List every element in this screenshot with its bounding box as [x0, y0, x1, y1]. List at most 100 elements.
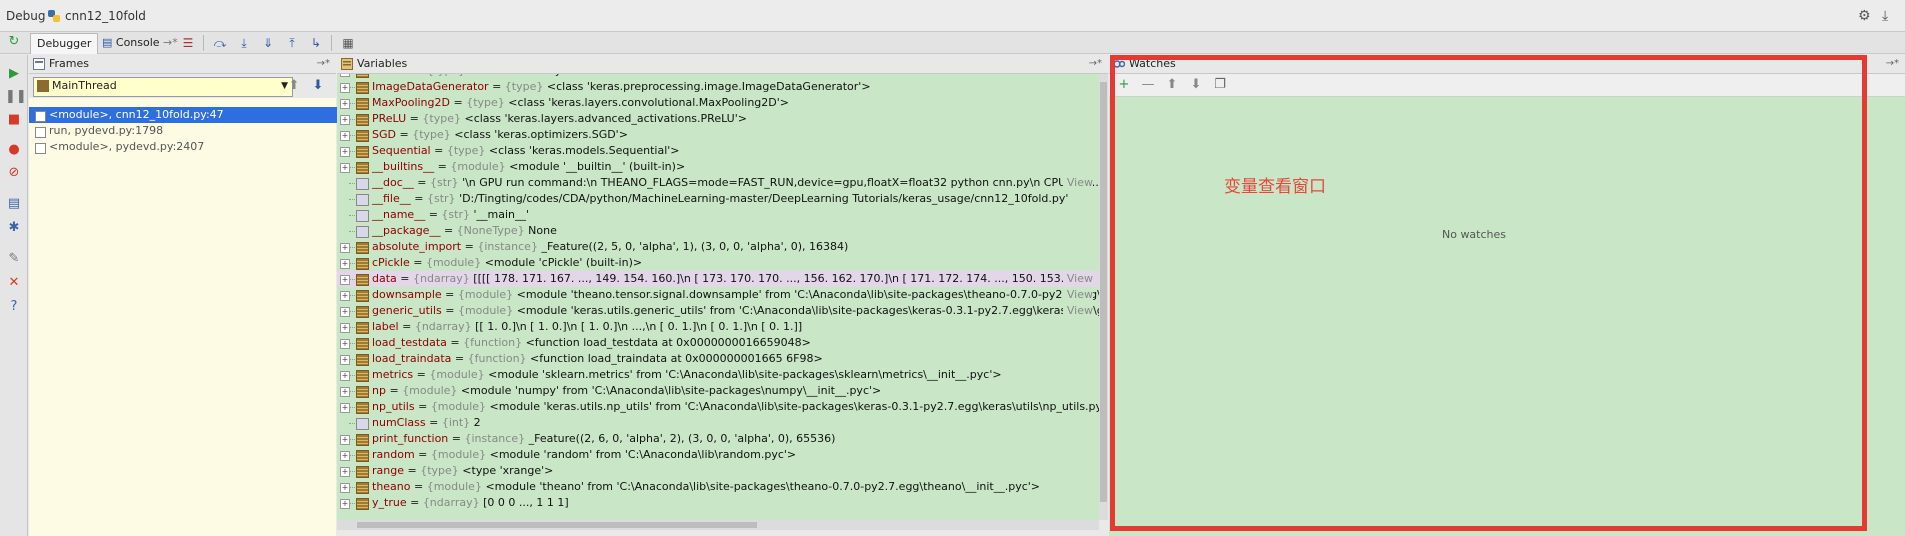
toolbar-separator — [203, 35, 204, 51]
variable-row[interactable]: + load_traindata = {function} <function l… — [337, 351, 1099, 367]
frame-label: run, pydevd.py:1798 — [49, 124, 164, 137]
expand-toggle-icon[interactable]: + — [340, 259, 350, 269]
variable-row[interactable]: + data = {ndarray} [[[[ 178. 171. 167. ..… — [337, 271, 1099, 287]
vertical-scrollbar[interactable] — [1099, 74, 1108, 520]
resume-icon[interactable]: ▶ — [5, 65, 23, 83]
view-value-link[interactable]: View — [1062, 303, 1093, 319]
step-into-icon[interactable]: ⤓ — [235, 35, 253, 51]
expand-toggle-icon[interactable]: + — [340, 243, 350, 253]
variable-row[interactable]: + label = {ndarray} [[ 1. 0.]\n [ 1. 0.]\… — [337, 319, 1099, 335]
expand-toggle-icon[interactable]: + — [340, 147, 350, 157]
variable-row[interactable]: + random = {module} <module 'random' from… — [337, 447, 1099, 463]
variable-row[interactable]: + absolute_import = {instance} _Feature((… — [337, 239, 1099, 255]
variable-row[interactable]: numClass = {int} 2 — [337, 415, 1099, 431]
expand-toggle-icon[interactable]: + — [340, 387, 350, 397]
variable-row[interactable]: __package__ = {NoneType} None — [337, 223, 1099, 239]
expand-toggle-icon[interactable]: + — [340, 435, 350, 445]
variable-row[interactable]: __name__ = {str} '__main__' — [337, 207, 1099, 223]
frame-item[interactable]: <module>, pydevd.py:2407 — [29, 139, 356, 155]
primitive-value-icon — [356, 210, 369, 222]
help-icon[interactable]: ? — [5, 298, 23, 316]
expand-toggle-icon[interactable]: + — [340, 291, 350, 301]
view-value-link[interactable]: View — [1062, 175, 1093, 191]
variable-row[interactable]: + downsample = {module} <module 'theano.t… — [337, 287, 1099, 303]
variable-row[interactable]: + generic_utils = {module} <module 'keras… — [337, 303, 1099, 319]
variable-name: metrics — [372, 368, 414, 381]
gear-icon[interactable]: ⚙ — [1858, 8, 1871, 24]
variable-row[interactable]: + ImageDataGenerator = {type} <class 'ker… — [337, 79, 1099, 95]
horizontal-scrollbar[interactable] — [337, 520, 1099, 530]
expand-toggle-icon[interactable]: + — [340, 99, 350, 109]
variable-row[interactable]: + range = {type} <type 'xrange'> — [337, 463, 1099, 479]
expand-toggle-icon[interactable]: + — [340, 371, 350, 381]
variable-row[interactable]: + Sequential = {type} <class 'keras.model… — [337, 143, 1099, 159]
expand-toggle-icon[interactable]: + — [340, 307, 350, 317]
previous-frame-icon[interactable]: ⬆ — [285, 77, 303, 95]
view-value-link[interactable]: View — [1062, 287, 1093, 303]
frame-item[interactable]: run, pydevd.py:1798 — [29, 123, 356, 139]
variable-row[interactable]: + np_utils = {module} <module 'keras.util… — [337, 399, 1099, 415]
step-over-icon[interactable]: ⤼ — [211, 35, 229, 51]
expand-toggle-icon[interactable]: + — [340, 83, 350, 93]
expand-toggle-icon[interactable]: + — [340, 451, 350, 461]
stop-icon[interactable]: ■ — [5, 111, 23, 129]
expand-toggle-icon[interactable]: + — [340, 483, 350, 493]
tab-debugger-label: Debugger — [37, 37, 92, 50]
expand-toggle-icon[interactable]: + — [340, 403, 350, 413]
settings-icon[interactable]: ✱ — [5, 219, 23, 237]
show-execution-point-icon[interactable]: ☰ — [179, 35, 197, 51]
variable-row[interactable]: + y_true = {ndarray} [0 0 0 ..., 1 1 1] — [337, 495, 1099, 511]
expand-toggle-icon[interactable]: + — [340, 355, 350, 365]
expand-toggle-icon[interactable]: + — [340, 339, 350, 349]
restore-layout-icon[interactable]: ▤ — [5, 195, 23, 213]
object-value-icon — [356, 274, 369, 286]
run-to-cursor-icon[interactable]: ↳ — [307, 35, 325, 51]
expand-toggle-icon[interactable]: + — [340, 275, 350, 285]
expand-toggle-icon[interactable]: + — [340, 115, 350, 125]
pin-tab-icon[interactable]: ✎ — [5, 250, 23, 268]
variable-row[interactable]: + metrics = {module} <module 'sklearn.met… — [337, 367, 1099, 383]
variable-row[interactable]: + print_function = {instance} _Feature((2… — [337, 431, 1099, 447]
tree-connector — [349, 231, 355, 232]
variable-row[interactable]: + MaxPooling2D = {type} <class 'keras.lay… — [337, 95, 1099, 111]
next-frame-icon[interactable]: ⬇ — [309, 77, 327, 95]
variable-value: 2 — [473, 416, 481, 429]
pause-icon[interactable]: ❚❚ — [5, 88, 27, 106]
expand-toggle-icon[interactable]: + — [340, 467, 350, 477]
force-step-into-icon[interactable]: ⇓ — [259, 35, 277, 51]
panel-pin-icon[interactable]: →* — [1886, 55, 1899, 73]
tab-debugger[interactable]: Debugger — [30, 33, 99, 54]
expand-toggle-icon[interactable]: + — [340, 323, 350, 333]
thread-dropdown[interactable]: MainThread ▼ — [33, 77, 293, 97]
object-value-icon — [356, 98, 369, 110]
expand-toggle-icon[interactable]: + — [340, 499, 350, 509]
rerun-icon[interactable]: ↻ — [5, 33, 23, 51]
scrollbar-thumb[interactable] — [357, 522, 757, 528]
variable-row[interactable]: + SGD = {type} <class 'keras.optimizers.S… — [337, 127, 1099, 143]
expand-toggle-icon[interactable]: + — [340, 74, 350, 77]
view-value-link[interactable]: View — [1062, 271, 1093, 287]
variable-row[interactable]: + cPickle = {module} <module 'cPickle' (b… — [337, 255, 1099, 271]
panel-pin-icon[interactable]: →* — [1089, 55, 1102, 73]
variable-row[interactable]: + PReLU = {type} <class 'keras.layers.adv… — [337, 111, 1099, 127]
panel-pin-icon[interactable]: →* — [317, 55, 330, 73]
tab-console[interactable]: ▤ Console →* — [96, 33, 184, 53]
hide-panel-icon[interactable]: ⤓ — [1882, 8, 1888, 24]
equals-sign: = — [425, 208, 442, 221]
expand-toggle-icon[interactable]: + — [340, 163, 350, 173]
variable-row[interactable]: + __builtins__ = {module} <module '__buil… — [337, 159, 1099, 175]
variable-text: __builtins__ = {module} <module '__built… — [372, 159, 685, 175]
frame-item[interactable]: <module>, cnn12_10fold.py:47 — [29, 107, 356, 123]
variable-row[interactable]: __doc__ = {str} '\n GPU run command:\n T… — [337, 175, 1099, 191]
mute-breakpoints-icon[interactable]: ⊘ — [5, 164, 23, 182]
scrollbar-thumb[interactable] — [1100, 82, 1107, 502]
variable-row[interactable]: __file__ = {str} 'D:/Tingting/codes/CDA/… — [337, 191, 1099, 207]
close-icon[interactable]: ✕ — [5, 274, 23, 292]
variable-row[interactable]: + theano = {module} <module 'theano' from… — [337, 479, 1099, 495]
evaluate-expression-icon[interactable]: ▦ — [339, 35, 357, 51]
variable-row[interactable]: + load_testdata = {function} <function lo… — [337, 335, 1099, 351]
step-out-icon[interactable]: ⤒ — [283, 35, 301, 51]
variable-row[interactable]: + np = {module} <module 'numpy' from 'C:\… — [337, 383, 1099, 399]
expand-toggle-icon[interactable]: + — [340, 131, 350, 141]
view-breakpoints-icon[interactable]: ● — [5, 141, 23, 159]
